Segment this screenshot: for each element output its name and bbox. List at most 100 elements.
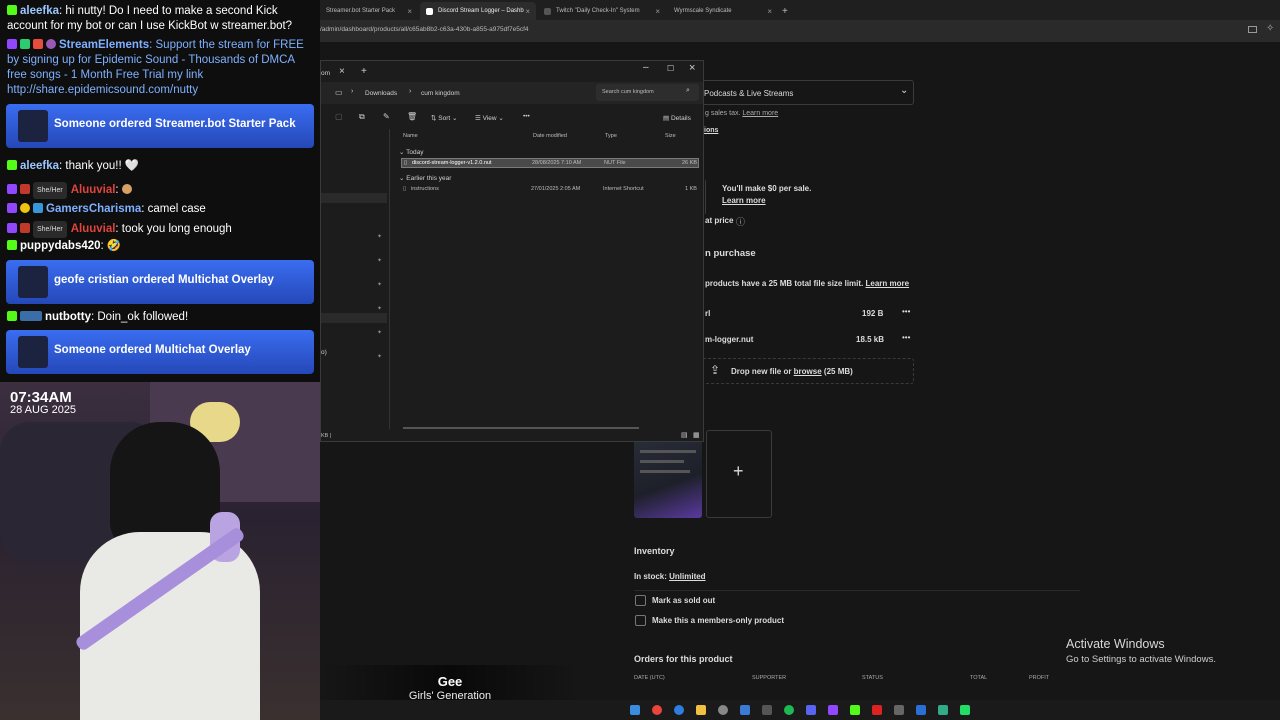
app-icon[interactable] xyxy=(872,705,882,715)
options-link[interactable]: ions xyxy=(704,127,718,134)
close-icon[interactable]: × xyxy=(655,7,660,16)
column-date-modified[interactable]: Date modified xyxy=(533,133,567,139)
members-only-checkbox[interactable] xyxy=(635,615,646,626)
column-type[interactable]: Type xyxy=(605,133,617,139)
cast-icon[interactable] xyxy=(1248,26,1257,33)
group-header-today[interactable]: ⌄ Today xyxy=(399,148,424,156)
cut-icon[interactable]: ▢ xyxy=(335,112,343,121)
product-thumb-icon xyxy=(18,336,48,368)
breadcrumb-folder[interactable]: cum kingdom xyxy=(421,90,460,97)
app-icon[interactable] xyxy=(894,705,904,715)
sold-out-checkbox[interactable] xyxy=(635,595,646,606)
product-thumb-icon xyxy=(18,110,48,142)
close-icon[interactable]: × xyxy=(767,7,772,16)
browse-link[interactable]: browse xyxy=(794,367,822,376)
more-options-icon[interactable]: ••• xyxy=(902,333,910,342)
chrome-icon[interactable] xyxy=(652,705,662,715)
activate-windows-sub: Go to Settings to activate Windows. xyxy=(1066,654,1216,665)
monitor-icon[interactable]: ▭ xyxy=(335,88,343,97)
orders-col-supporter[interactable]: SUPPORTER xyxy=(752,675,786,681)
nav-item[interactable] xyxy=(321,313,387,323)
close-icon[interactable]: × xyxy=(407,7,412,16)
orders-col-date[interactable]: DATE (UTC) xyxy=(634,675,665,681)
file-limit-learn-more-link[interactable]: Learn more xyxy=(866,279,910,288)
earnings-title: You'll make $0 per sale. xyxy=(722,184,812,193)
horizontal-scrollbar[interactable] xyxy=(403,427,639,429)
tab-discord-logger[interactable]: Discord Stream Logger – Dashb × xyxy=(420,2,536,20)
obs-icon[interactable] xyxy=(718,705,728,715)
file-row[interactable]: ▯ instructions 27/01/2025 2:05 AM Intern… xyxy=(401,185,699,195)
twitch-icon[interactable] xyxy=(828,705,838,715)
column-size[interactable]: Size xyxy=(665,133,676,139)
column-name[interactable]: Name xyxy=(403,133,418,139)
chat-username: GamersCharisma xyxy=(46,203,142,215)
file-row[interactable]: ▯ discord-stream-logger-v1.2.0.nut 28/08… xyxy=(401,158,699,168)
pronoun-pill: She/Her xyxy=(33,221,67,238)
more-options-icon[interactable]: ••• xyxy=(902,307,910,316)
maximize-icon[interactable]: ☐ xyxy=(667,64,674,73)
app-icon[interactable] xyxy=(960,705,970,715)
details-view-icon[interactable]: ▤ xyxy=(681,431,688,439)
close-window-icon[interactable]: × xyxy=(689,62,695,74)
file-dropzone[interactable]: ⇪ Drop new file or browse (25 MB) xyxy=(695,358,914,384)
group-header-earlier[interactable]: ⌄ Earlier this year xyxy=(399,174,451,182)
chevron-right-icon: › xyxy=(351,88,354,95)
sparkle-icon[interactable]: ✧ xyxy=(1266,23,1274,34)
new-tab-button[interactable]: + xyxy=(776,2,792,20)
delete-icon[interactable]: 🗑 xyxy=(407,112,417,121)
new-tab-icon[interactable]: + xyxy=(361,66,367,77)
copy-icon[interactable]: ⧉ xyxy=(359,112,365,122)
purchase-section-title: n purchase xyxy=(705,248,756,259)
file-date: 28/08/2025 7:10 AM xyxy=(532,160,582,166)
navigation-pane: ✦ ✦ ✦ ✦ ✦ ✦ o) xyxy=(321,129,390,429)
breadcrumb-downloads[interactable]: Downloads xyxy=(365,90,397,97)
orders-col-status[interactable]: STATUS xyxy=(862,675,883,681)
nav-item[interactable] xyxy=(321,193,387,203)
app-icon[interactable] xyxy=(938,705,948,715)
activate-windows-title: Activate Windows xyxy=(1066,637,1165,651)
discord-icon[interactable] xyxy=(806,705,816,715)
vscode-icon[interactable] xyxy=(740,705,750,715)
spotify-icon[interactable] xyxy=(784,705,794,715)
kick-icon[interactable] xyxy=(850,705,860,715)
orders-col-total[interactable]: TOTAL xyxy=(970,675,987,681)
tiles-view-icon[interactable]: ▦ xyxy=(693,431,700,439)
close-icon[interactable]: × xyxy=(339,66,345,77)
details-button[interactable]: ▤ Details xyxy=(663,114,691,122)
more-options-icon[interactable]: ••• xyxy=(523,113,530,120)
edge-icon[interactable] xyxy=(674,705,684,715)
earnings-learn-more-link[interactable]: Learn more xyxy=(722,196,766,205)
view-button[interactable]: ☰ View ⌄ xyxy=(475,114,504,122)
sort-button[interactable]: ⇅ Sort ⌄ xyxy=(431,114,457,122)
url-text[interactable]: /admin/dashboard/products/all/c65ab8b2-c… xyxy=(320,26,529,33)
add-image-button[interactable]: + xyxy=(706,430,772,518)
members-only-label: Make this a members-only product xyxy=(652,616,785,625)
start-icon[interactable] xyxy=(630,705,640,715)
file-limit-text: products have a 25 MB total file size li… xyxy=(705,279,864,288)
rename-icon[interactable]: ✎ xyxy=(383,112,390,121)
orders-col-profit[interactable]: PROFIT xyxy=(1029,675,1049,681)
tab-twitch-checkin[interactable]: Twitch "Daily Check-In" System × xyxy=(538,2,666,20)
tab-wyrmscale[interactable]: Wyrmscale Syndicate × xyxy=(668,2,778,20)
file-icon: ▯ xyxy=(404,160,408,166)
explorer-tab-label[interactable]: om xyxy=(321,70,330,77)
close-icon[interactable]: × xyxy=(525,7,530,16)
tax-learn-more-link[interactable]: Learn more xyxy=(742,110,778,117)
app-icon[interactable] xyxy=(762,705,772,715)
in-stock-value-link[interactable]: Unlimited xyxy=(669,572,705,581)
tab-label: Twitch "Daily Check-In" System xyxy=(556,8,640,14)
app-icon[interactable] xyxy=(916,705,926,715)
info-icon[interactable]: ⓘ xyxy=(736,215,745,228)
search-input[interactable]: Search cum kingdom ⌕ xyxy=(596,84,699,101)
folder-icon[interactable] xyxy=(696,705,706,715)
category-select[interactable]: Podcasts & Live Streams ⌄ xyxy=(695,80,914,105)
tab-label: Discord Stream Logger – Dashb xyxy=(438,8,524,14)
product-thumbnail[interactable] xyxy=(634,430,702,518)
tab-streamerbot[interactable]: Streamer.bot Starter Pack × xyxy=(320,2,418,20)
address-bar[interactable]: /admin/dashboard/products/all/c65ab8b2-c… xyxy=(320,20,1280,42)
nav-item-partial[interactable]: o) xyxy=(321,349,327,356)
minimize-icon[interactable]: – xyxy=(643,62,649,73)
windows-taskbar xyxy=(320,700,1280,720)
kick-badge-icon xyxy=(7,5,17,15)
chat-message: nutbotty: Doin_ok followed! xyxy=(7,310,315,325)
